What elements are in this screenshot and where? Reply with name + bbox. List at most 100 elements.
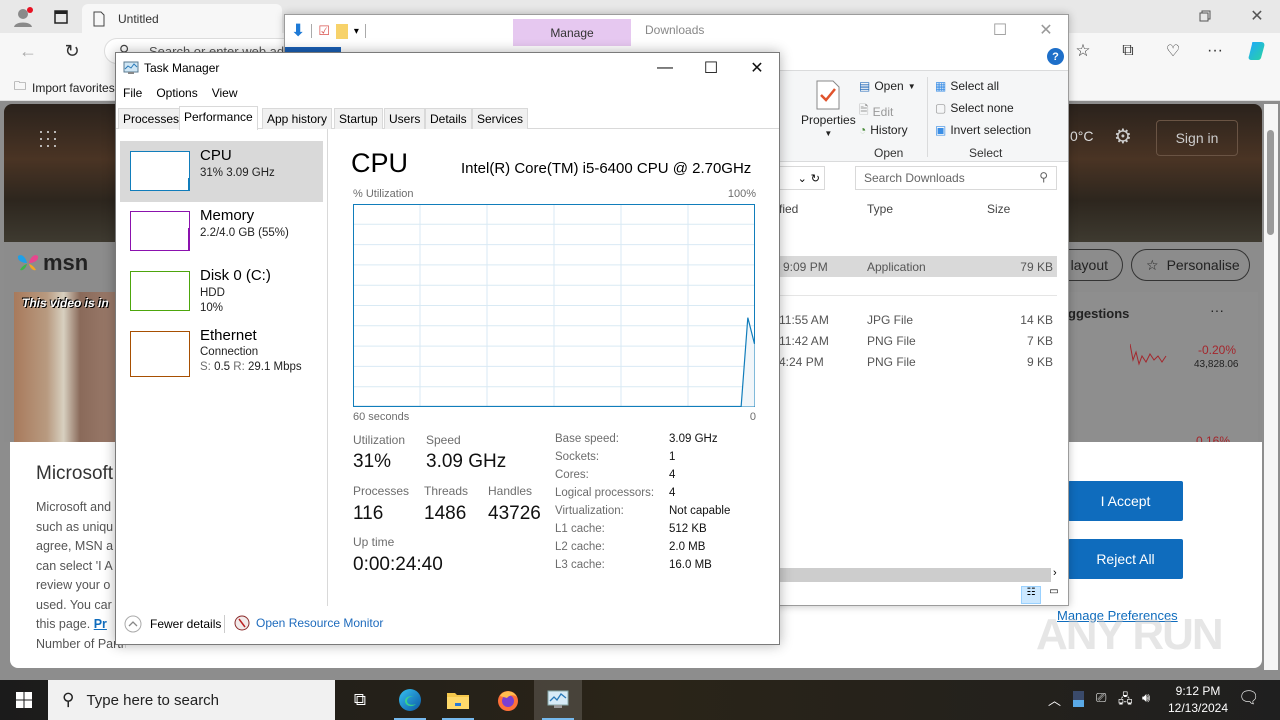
import-favorites-button[interactable]: 🗀 Import favorites: [14, 77, 115, 98]
close-button[interactable]: ✕: [1242, 6, 1272, 26]
sidebar-item-detail: HDD: [200, 287, 225, 299]
file-row[interactable]: 4:24 PM PNG File 9 KB: [779, 351, 1057, 372]
network-icon[interactable]: 🖧: [1118, 690, 1133, 712]
large-icons-view-button[interactable]: ▭: [1045, 586, 1063, 604]
tab-startup[interactable]: Startup: [334, 108, 383, 129]
sidebar-item-ethernet[interactable]: Ethernet Connection S: 0.5 R: 29.1 Mbps: [120, 323, 323, 384]
open-label: Open: [874, 79, 904, 93]
graph-axis-zero: 0: [749, 411, 756, 423]
meet-now-icon[interactable]: ⎚: [1096, 690, 1106, 706]
open-button[interactable]: ▤ Open ▼: [859, 79, 916, 93]
tab-services[interactable]: Services: [472, 108, 529, 129]
refresh-icon[interactable]: ↻: [811, 172, 820, 185]
sidebar-item-memory[interactable]: Memory 2.2/4.0 GB (55%): [120, 201, 323, 262]
edge-tab-untitled[interactable]: Untitled: [82, 4, 282, 33]
video-thumbnail[interactable]: [14, 292, 124, 442]
more-menu-button[interactable]: ···: [1202, 39, 1228, 63]
open-resource-monitor-link[interactable]: Open Resource Monitor: [234, 615, 383, 631]
address-dropdown[interactable]: ⌄ ↻: [779, 166, 825, 190]
profile-avatar[interactable]: [10, 4, 36, 30]
explorer-maximize-button[interactable]: ☐: [977, 15, 1023, 45]
horizontal-scrollbar[interactable]: [779, 568, 1051, 582]
taskbar-clock[interactable]: 9:12 PM 12/13/2024: [1166, 683, 1230, 717]
details-view-button[interactable]: ☷: [1021, 586, 1041, 604]
tm-close-button[interactable]: ✕: [734, 53, 780, 83]
select-none-button[interactable]: ▢ Select none: [935, 101, 1014, 115]
taskbar-file-explorer[interactable]: [434, 680, 482, 720]
privacy-link[interactable]: Pr: [94, 617, 107, 631]
file-row[interactable]: 11:42 AM PNG File 7 KB: [779, 330, 1057, 351]
search-placeholder: Search Downloads: [864, 171, 965, 185]
page-scrollbar-thumb[interactable]: [1267, 130, 1274, 235]
taskbar-edge[interactable]: [386, 680, 434, 720]
layout-pill-label: layout: [1070, 257, 1108, 273]
refresh-button[interactable]: ↻: [60, 39, 84, 63]
accept-button[interactable]: I Accept: [1068, 481, 1183, 521]
action-center-button[interactable]: 🗨︎: [1238, 688, 1260, 708]
more-options-icon[interactable]: ···: [1210, 302, 1224, 318]
tab-users[interactable]: Users: [384, 108, 426, 129]
help-icon[interactable]: ?: [1047, 48, 1064, 65]
restore-button[interactable]: [1190, 6, 1220, 26]
tab-details[interactable]: Details: [425, 108, 472, 129]
personalise-pill-button[interactable]: ☆ Personalise: [1131, 249, 1250, 281]
tab-actions-button[interactable]: [50, 6, 72, 28]
browser-essentials-button[interactable]: ♡: [1160, 39, 1186, 63]
file-row[interactable]: 11:55 AM JPG File 14 KB: [779, 309, 1057, 330]
manage-contextual-tab[interactable]: Manage: [513, 19, 631, 46]
sidebar-item-disk[interactable]: Disk 0 (C:) HDD 10%: [120, 261, 323, 322]
menu-view[interactable]: View: [205, 83, 245, 105]
customize-qat-icon[interactable]: ▾: [354, 26, 359, 37]
tab-app-history[interactable]: App history: [262, 108, 333, 129]
scroll-right-icon[interactable]: ›: [1053, 567, 1057, 579]
tab-processes[interactable]: Processes: [118, 108, 185, 129]
collections-button[interactable]: ⧉: [1115, 39, 1141, 63]
column-size[interactable]: Size: [987, 202, 1010, 216]
properties-button[interactable]: Properties ▼: [801, 79, 856, 138]
tray-app-icon[interactable]: [1073, 691, 1084, 707]
favorites-button[interactable]: ☆: [1070, 39, 1096, 63]
column-date-modified[interactable]: fied: [779, 202, 798, 216]
search-downloads-input[interactable]: Search Downloads ⚲: [855, 166, 1057, 190]
volume-icon[interactable]: 🔊︎: [1142, 690, 1150, 706]
consent-line: this page.: [36, 617, 91, 631]
properties-icon[interactable]: ☑: [318, 23, 330, 39]
invert-selection-label: Invert selection: [950, 123, 1032, 137]
start-button[interactable]: [0, 680, 48, 720]
fewer-details-label: Fewer details: [150, 617, 222, 631]
taskbar-search-box[interactable]: ⚲ Type here to search: [48, 680, 335, 720]
task-view-button[interactable]: ⧉: [336, 680, 384, 720]
tm-minimize-button[interactable]: —: [642, 53, 688, 83]
reject-all-button[interactable]: Reject All: [1068, 539, 1183, 579]
download-arrow-icon[interactable]: ⬇: [291, 21, 305, 41]
tm-tabs: Processes Performance App history Startu…: [116, 106, 779, 130]
fewer-details-button[interactable]: Fewer details: [124, 615, 221, 633]
taskbar-task-manager[interactable]: [534, 680, 582, 720]
edit-button[interactable]: 🗎 Edit: [859, 101, 893, 122]
explorer-close-button[interactable]: ✕: [1023, 15, 1069, 45]
weather-readout[interactable]: 0°C: [1070, 128, 1094, 144]
new-folder-icon[interactable]: [335, 23, 348, 39]
msn-logo[interactable]: msn: [16, 250, 88, 276]
menu-options[interactable]: Options: [149, 83, 204, 105]
tm-maximize-button[interactable]: ☐: [688, 53, 734, 83]
sign-in-button[interactable]: Sign in: [1156, 120, 1238, 156]
column-type[interactable]: Type: [867, 202, 893, 216]
history-button[interactable]: ◔ History: [859, 123, 908, 137]
file-row[interactable]: 9:09 PM Application 79 KB: [779, 256, 1057, 277]
settings-gear-icon[interactable]: ⚙: [1114, 124, 1132, 149]
tm-footer: Fewer details Open Resource Monitor: [116, 605, 779, 643]
send-value: 0.5: [214, 361, 231, 373]
sidebar-item-cpu[interactable]: CPU 31% 3.09 GHz: [120, 141, 323, 202]
apps-grid-icon[interactable]: ··· ··· ···: [38, 122, 59, 154]
tab-performance[interactable]: Performance: [179, 106, 258, 130]
select-all-button[interactable]: ▦ Select all: [935, 79, 999, 93]
back-button[interactable]: ←: [16, 39, 40, 63]
invert-selection-button[interactable]: ▣ Invert selection: [935, 123, 1031, 137]
show-hidden-icons-button[interactable]: ︿: [1048, 690, 1061, 709]
copilot-button[interactable]: [1244, 37, 1272, 65]
menu-file[interactable]: File: [116, 83, 149, 105]
taskbar-firefox[interactable]: [484, 680, 532, 720]
sidebar-item-detail: Connection: [200, 346, 259, 358]
consent-line: such as uniqu: [36, 519, 114, 534]
